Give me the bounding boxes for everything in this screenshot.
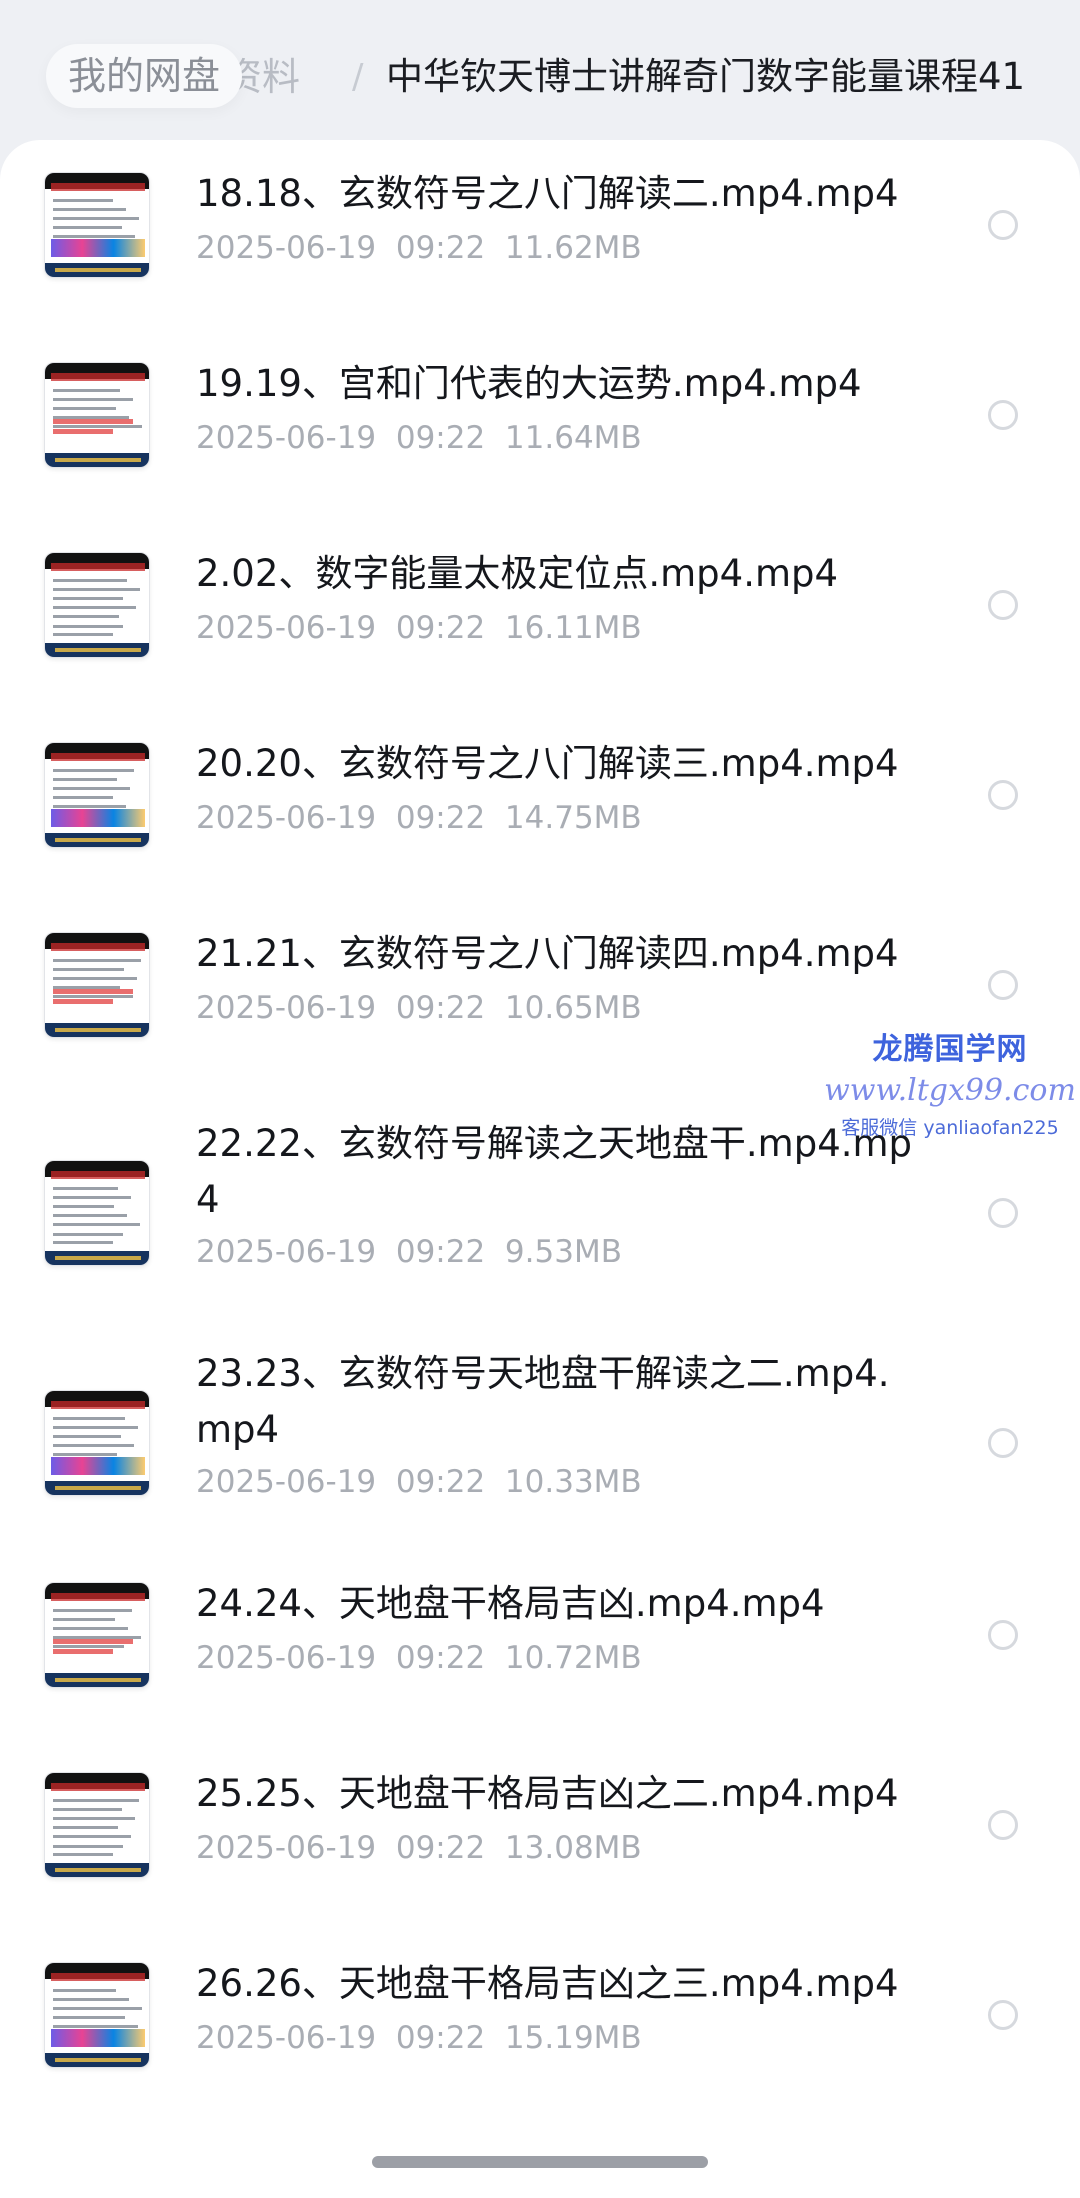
file-name[interactable]: 20.20、玄数符号之八门解读三.mp4.mp4 (196, 736, 916, 792)
video-thumbnail (44, 1772, 150, 1878)
select-radio[interactable] (988, 210, 1018, 240)
breadcrumb: 资料 我的网盘 / 中华钦天博士讲解奇门数字能量课程41 (0, 0, 1080, 150)
file-meta: 2025-06-19 09:22 11.62MB (196, 228, 642, 268)
file-name[interactable]: 22.22、玄数符号解读之天地盘干.mp4.mp4 (196, 1116, 916, 1228)
file-meta: 2025-06-19 09:22 10.33MB (196, 1462, 642, 1502)
select-radio[interactable] (988, 1810, 1018, 1840)
select-radio[interactable] (988, 780, 1018, 810)
file-name[interactable]: 18.18、玄数符号之八门解读二.mp4.mp4 (196, 166, 916, 222)
watermark-title: 龙腾国学网 (872, 1032, 1028, 1067)
file-size: 9.53MB (504, 1234, 622, 1270)
file-size: 10.65MB (504, 990, 642, 1026)
video-thumbnail (44, 1390, 150, 1496)
file-row[interactable]: 18.18、玄数符号之八门解读二.mp4.mp4 2025-06-19 09:22… (0, 170, 1080, 340)
watermark-contact: 客服微信 yanliaofan225 (841, 1117, 1059, 1139)
file-name[interactable]: 2.02、数字能量太极定位点.mp4.mp4 (196, 546, 916, 602)
file-browser-screen: 资料 我的网盘 / 中华钦天博士讲解奇门数字能量课程41 18.18、玄数符号之… (0, 0, 1080, 2198)
file-date: 2025-06-19 09:22 (196, 990, 486, 1026)
file-date: 2025-06-19 09:22 (196, 230, 486, 266)
file-date: 2025-06-19 09:22 (196, 1640, 486, 1676)
select-radio[interactable] (988, 1428, 1018, 1458)
video-thumbnail (44, 552, 150, 658)
file-date: 2025-06-19 09:22 (196, 800, 486, 836)
file-name[interactable]: 25.25、天地盘干格局吉凶之二.mp4.mp4 (196, 1766, 916, 1822)
file-meta: 2025-06-19 09:22 11.64MB (196, 418, 642, 458)
file-row[interactable]: 22.22、玄数符号解读之天地盘干.mp4.mp4 2025-06-19 09:2… (0, 1120, 1080, 1340)
file-date: 2025-06-19 09:22 (196, 420, 486, 456)
file-date: 2025-06-19 09:22 (196, 1234, 486, 1270)
video-thumbnail (44, 362, 150, 468)
file-size: 10.72MB (504, 1640, 642, 1676)
file-date: 2025-06-19 09:22 (196, 2020, 486, 2056)
select-radio[interactable] (988, 400, 1018, 430)
video-thumbnail (44, 1160, 150, 1266)
file-row[interactable]: 2.02、数字能量太极定位点.mp4.mp4 2025-06-19 09:22 1… (0, 550, 1080, 720)
home-indicator[interactable] (372, 2156, 708, 2168)
file-meta: 2025-06-19 09:22 14.75MB (196, 798, 642, 838)
file-date: 2025-06-19 09:22 (196, 1830, 486, 1866)
file-row[interactable]: 23.23、玄数符号天地盘干解读之二.mp4.mp4 2025-06-19 09:… (0, 1350, 1080, 1570)
file-meta: 2025-06-19 09:22 10.65MB (196, 988, 642, 1028)
file-row[interactable]: 20.20、玄数符号之八门解读三.mp4.mp4 2025-06-19 09:22… (0, 740, 1080, 910)
file-name[interactable]: 23.23、玄数符号天地盘干解读之二.mp4.mp4 (196, 1346, 916, 1458)
file-row[interactable]: 19.19、宫和门代表的大运势.mp4.mp4 2025-06-19 09:22 … (0, 360, 1080, 530)
breadcrumb-item-root[interactable]: 我的网盘 (46, 44, 243, 108)
select-radio[interactable] (988, 970, 1018, 1000)
file-name[interactable]: 24.24、天地盘干格局吉凶.mp4.mp4 (196, 1576, 916, 1632)
file-row[interactable]: 25.25、天地盘干格局吉凶之二.mp4.mp4 2025-06-19 09:22… (0, 1770, 1080, 1940)
file-size: 11.62MB (504, 230, 642, 266)
file-meta: 2025-06-19 09:22 10.72MB (196, 1638, 642, 1678)
file-list: 18.18、玄数符号之八门解读二.mp4.mp4 2025-06-19 09:22… (0, 140, 1080, 2198)
breadcrumb-separator: / (352, 57, 364, 97)
file-meta: 2025-06-19 09:22 9.53MB (196, 1232, 622, 1272)
file-date: 2025-06-19 09:22 (196, 1464, 486, 1500)
file-size: 11.64MB (504, 420, 642, 456)
file-size: 10.33MB (504, 1464, 642, 1500)
video-thumbnail (44, 742, 150, 848)
file-date: 2025-06-19 09:22 (196, 610, 486, 646)
video-thumbnail (44, 1582, 150, 1688)
breadcrumb-item-current: 中华钦天博士讲解奇门数字能量课程41 (386, 55, 1026, 98)
watermark-url: www.ltgx99.com (824, 1073, 1076, 1108)
video-thumbnail (44, 172, 150, 278)
file-row[interactable]: 26.26、天地盘干格局吉凶之三.mp4.mp4 2025-06-19 09:22… (0, 1960, 1080, 2130)
file-meta: 2025-06-19 09:22 15.19MB (196, 2018, 642, 2058)
select-radio[interactable] (988, 590, 1018, 620)
file-name[interactable]: 21.21、玄数符号之八门解读四.mp4.mp4 (196, 926, 916, 982)
file-meta: 2025-06-19 09:22 13.08MB (196, 1828, 642, 1868)
file-name[interactable]: 19.19、宫和门代表的大运势.mp4.mp4 (196, 356, 916, 412)
file-name[interactable]: 26.26、天地盘干格局吉凶之三.mp4.mp4 (196, 1956, 916, 2012)
file-size: 16.11MB (504, 610, 642, 646)
select-radio[interactable] (988, 1620, 1018, 1650)
file-meta: 2025-06-19 09:22 16.11MB (196, 608, 642, 648)
file-row[interactable]: 24.24、天地盘干格局吉凶.mp4.mp4 2025-06-19 09:22 1… (0, 1580, 1080, 1750)
watermark: 龙腾国学网 www.ltgx99.com 客服微信 yanliaofan225 (820, 1030, 1080, 1144)
select-radio[interactable] (988, 2000, 1018, 2030)
select-radio[interactable] (988, 1198, 1018, 1228)
file-size: 13.08MB (504, 1830, 642, 1866)
file-size: 15.19MB (504, 2020, 642, 2056)
video-thumbnail (44, 932, 150, 1038)
video-thumbnail (44, 1962, 150, 2068)
file-size: 14.75MB (504, 800, 642, 836)
